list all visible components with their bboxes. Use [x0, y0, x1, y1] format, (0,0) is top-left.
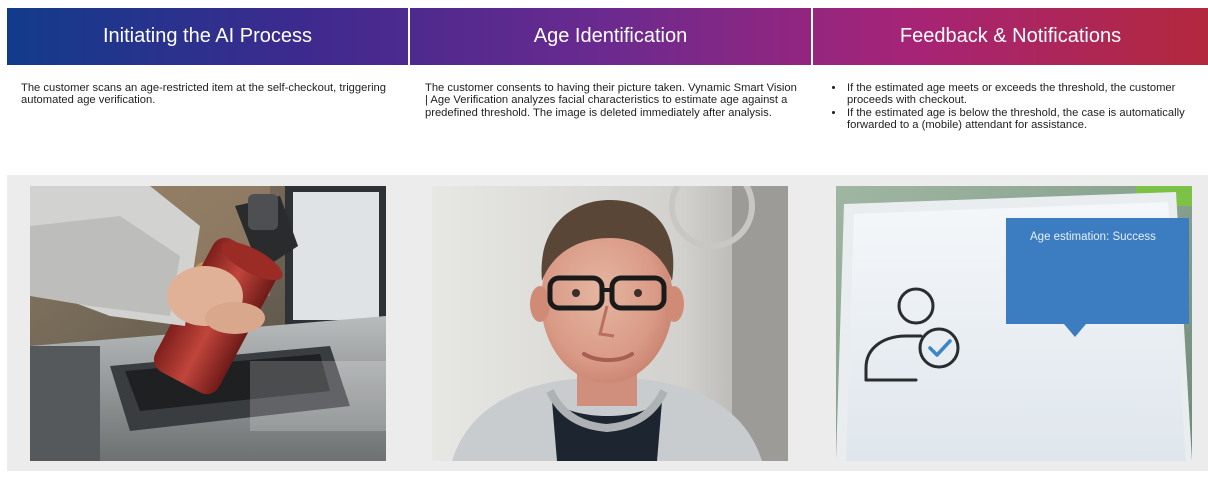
- self-checkout-scan-photo: [30, 186, 386, 461]
- feedback-bullet: If the estimated age is below the thresh…: [845, 107, 1196, 132]
- header-age-identification: Age Identification: [410, 8, 811, 65]
- description-feedback: If the estimated age meets or exceeds th…: [826, 82, 1196, 132]
- age-estimation-message: Age estimation: Success: [1030, 231, 1156, 243]
- feedback-bullet-list: If the estimated age meets or exceeds th…: [826, 82, 1196, 132]
- user-check-icon: [864, 287, 960, 382]
- attendant-tablet-photo: Age estimation: Success: [836, 186, 1192, 461]
- header-initiating-ai-process: Initiating the AI Process: [7, 8, 408, 65]
- description-initiating: The customer scans an age-restricted ite…: [21, 82, 387, 107]
- customer-face-photo: [432, 186, 788, 461]
- feedback-bullet: If the estimated age meets or exceeds th…: [845, 82, 1196, 107]
- description-age-identification: The customer consents to having their pi…: [425, 82, 797, 119]
- header-feedback-notifications: Feedback & Notifications: [813, 8, 1208, 65]
- age-estimation-message-bubble: Age estimation: Success: [1006, 218, 1189, 337]
